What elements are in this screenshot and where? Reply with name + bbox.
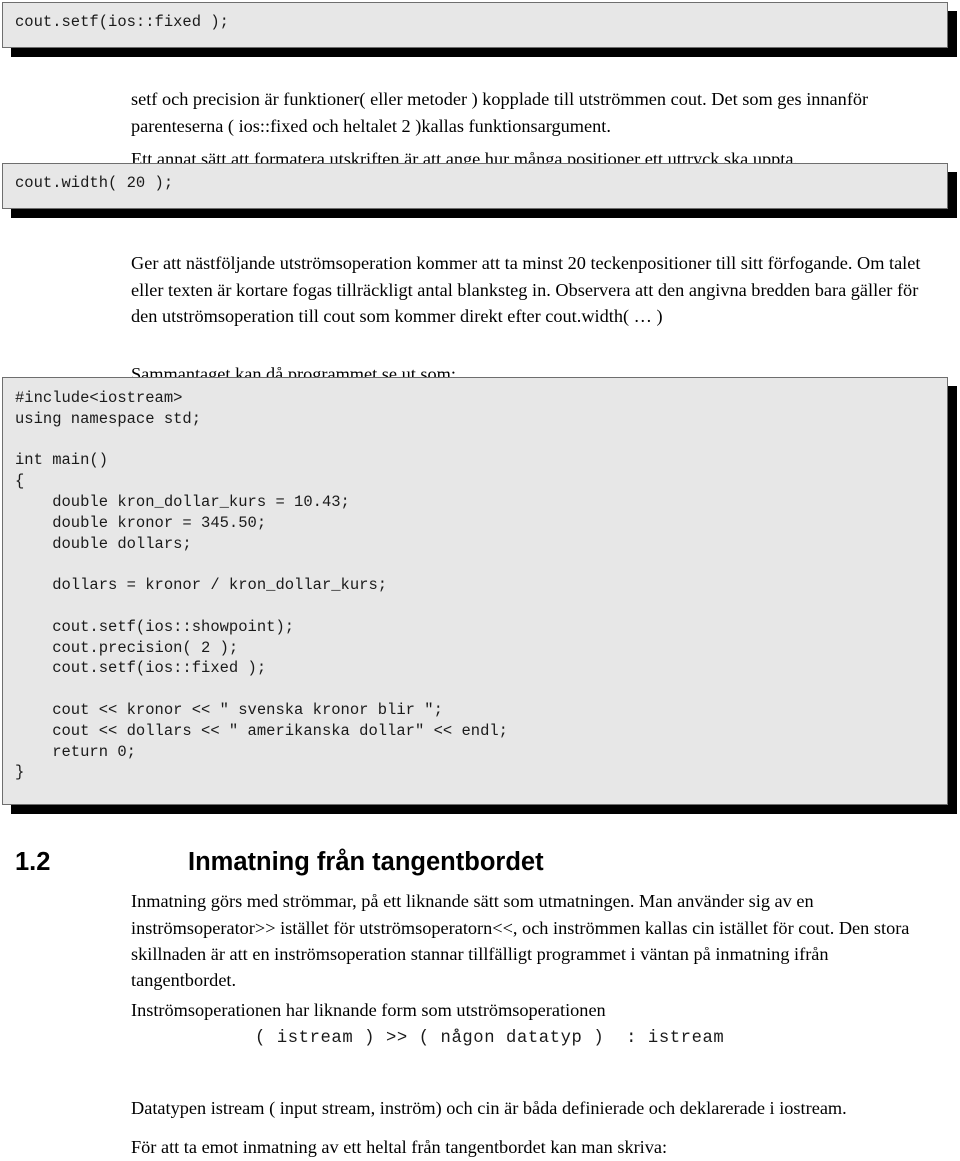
paragraph-ger-att-nastfoljande: Ger att nästföljande utströmsoperation k… [131,253,921,326]
document-page: cout.setf(ios::fixed ); setf och precisi… [0,0,960,1157]
paragraph-setf-description: setf och precision är funktioner( eller … [131,89,869,136]
code-text-cout-width: cout.width( 20 ); [15,174,174,192]
section-number: 1.2 [15,848,51,877]
paragraph-inmatning-gors: Inmatning görs med strömmar, på ett likn… [131,891,910,990]
code-block-cout-width: cout.width( 20 ); [2,163,948,209]
paragraph-instromsoperationen-form: Inströmsoperationen har liknande form so… [131,1000,606,1021]
section-heading: 1.2 Inmatning från tangentbordet [15,847,915,877]
code-line-istream-form: ( istream ) >> ( någon datatyp ) : istre… [255,1029,725,1048]
code-block-complete-program: #include<iostream> using namespace std; … [2,377,948,805]
section-title: Inmatning från tangentbordet [188,848,544,877]
code-block-cout-setf: cout.setf(ios::fixed ); [2,2,948,48]
paragraph-for-att-ta-emot: För att ta emot inmatning av ett heltal … [131,1137,668,1158]
code-text-complete-program: #include<iostream> using namespace std; … [15,389,508,782]
code-text-cout-setf: cout.setf(ios::fixed ); [15,13,229,31]
paragraph-datatypen-istream: Datatypen istream ( input stream, inströ… [131,1098,847,1119]
